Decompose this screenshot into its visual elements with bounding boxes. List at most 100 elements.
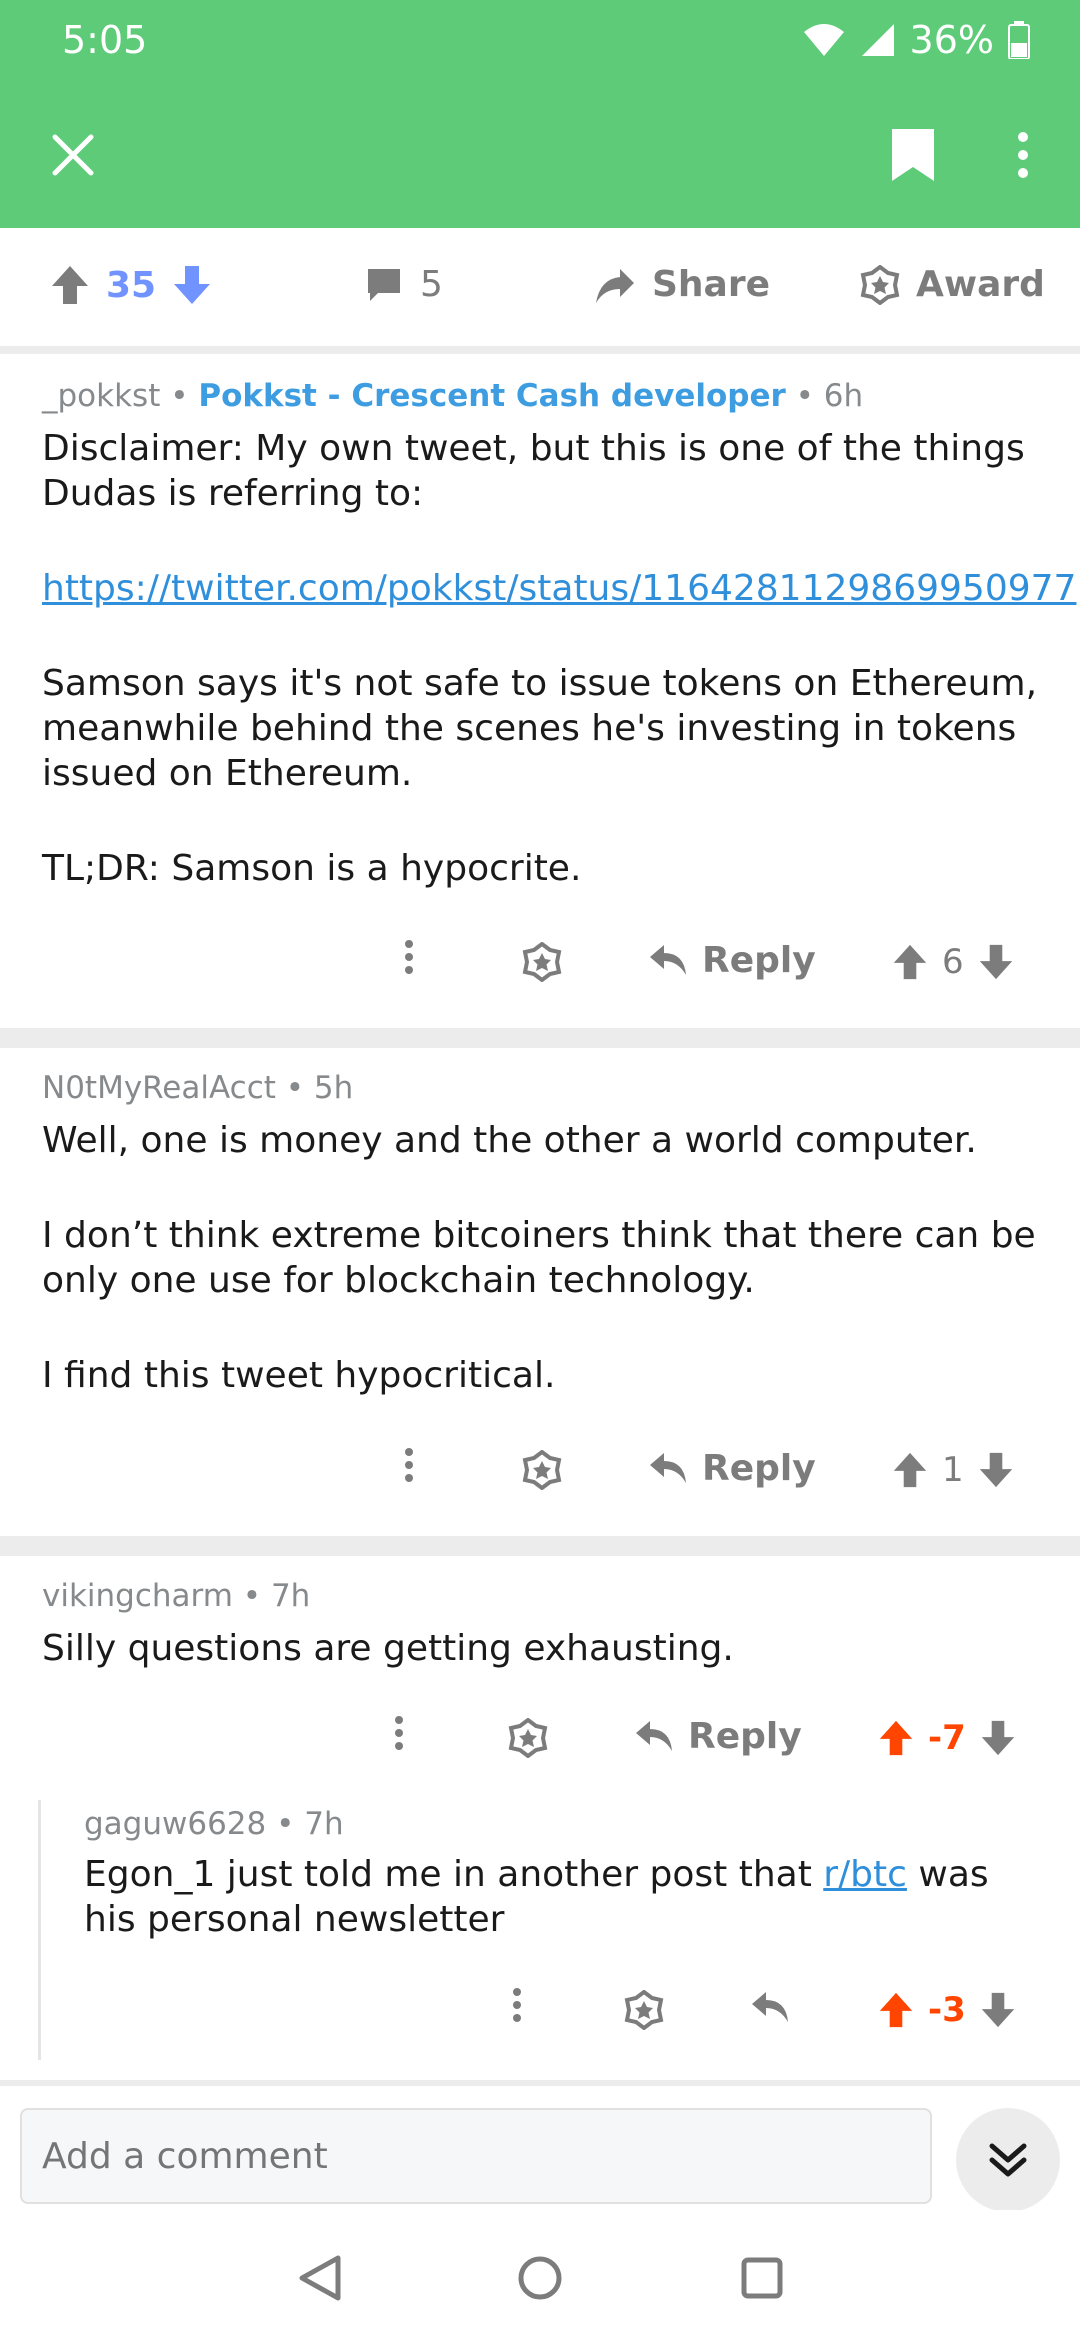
close-button[interactable] bbox=[40, 122, 106, 188]
comment-paragraph: I don’t think extreme bitcoiners think t… bbox=[42, 1215, 1036, 1301]
comment-vote-group: 6 bbox=[892, 942, 1014, 982]
comments-button[interactable]: 5 bbox=[364, 264, 443, 305]
award-button[interactable]: Award bbox=[860, 264, 1045, 305]
collapse-threads-button[interactable] bbox=[956, 2108, 1060, 2212]
reply-button[interactable]: Reply bbox=[634, 1716, 802, 1757]
signal-icon bbox=[861, 24, 894, 56]
reply-icon bbox=[650, 944, 686, 975]
upvote-icon[interactable] bbox=[878, 1991, 914, 2029]
comment-vote-group: 1 bbox=[892, 1450, 1014, 1490]
comment-actions: Reply -7 bbox=[0, 1706, 1080, 1776]
comment-award-button[interactable] bbox=[522, 942, 562, 982]
more-vertical-icon bbox=[405, 940, 413, 974]
home-button[interactable] bbox=[510, 2248, 570, 2308]
upvote-icon[interactable] bbox=[50, 264, 90, 306]
comment-more-button[interactable] bbox=[404, 940, 414, 974]
comment-author[interactable]: vikingcharm bbox=[42, 1578, 233, 1614]
comment-paragraph: Well, one is money and the other a world… bbox=[42, 1120, 977, 1161]
meta-separator: • bbox=[795, 378, 824, 414]
comment-text: Egon_1 just told me in another post that bbox=[84, 1854, 824, 1895]
downvote-icon[interactable] bbox=[978, 943, 1014, 981]
share-button[interactable]: Share bbox=[594, 264, 770, 305]
meta-separator: • bbox=[276, 1806, 305, 1842]
upvote-icon[interactable] bbox=[878, 1719, 914, 1757]
comment-age: 7h bbox=[270, 1578, 311, 1614]
more-options-button[interactable] bbox=[990, 122, 1056, 188]
comment-meta: _pokkst • Pokkst - Crescent Cash develop… bbox=[42, 378, 863, 414]
comment-score: -3 bbox=[928, 1990, 966, 2030]
comment-award-button[interactable] bbox=[522, 1450, 562, 1490]
upvote-icon[interactable] bbox=[892, 943, 928, 981]
comment-author[interactable]: N0tMyRealAcct bbox=[42, 1070, 276, 1106]
comment-actions: Reply 1 bbox=[0, 1438, 1080, 1508]
comment-input[interactable] bbox=[20, 2108, 932, 2204]
comment-meta: vikingcharm • 7h bbox=[42, 1578, 310, 1614]
divider bbox=[0, 346, 1080, 354]
comment-vote-group: -7 bbox=[878, 1718, 1016, 1758]
reply-button[interactable]: Reply bbox=[648, 1448, 816, 1489]
share-icon bbox=[596, 268, 634, 303]
comment-age: 6h bbox=[823, 378, 864, 414]
award-label: Award bbox=[916, 264, 1045, 305]
comment-author[interactable]: gaguw6628 bbox=[84, 1806, 266, 1842]
comment-separator bbox=[0, 1028, 1080, 1048]
comment-more-button[interactable] bbox=[394, 1716, 404, 1750]
save-button[interactable] bbox=[880, 122, 946, 188]
comment-link[interactable]: https://twitter.com/pokkst/status/116428… bbox=[42, 568, 1076, 609]
downvote-icon[interactable] bbox=[980, 1991, 1016, 2029]
downvote-icon[interactable] bbox=[980, 1719, 1016, 1757]
post-score: 35 bbox=[106, 264, 157, 306]
comment-paragraph: Disclaimer: My own tweet, but this is on… bbox=[42, 428, 1025, 514]
comment-composer-bar bbox=[0, 2080, 1080, 2212]
downvote-icon[interactable] bbox=[978, 1451, 1014, 1489]
back-button[interactable] bbox=[290, 2248, 350, 2308]
recents-button[interactable] bbox=[732, 2248, 792, 2308]
reply-icon bbox=[650, 1452, 686, 1483]
reply-label: Reply bbox=[702, 1448, 816, 1489]
status-time: 5:05 bbox=[62, 18, 148, 62]
comment-vote-group: -3 bbox=[878, 1990, 1016, 2030]
subreddit-link[interactable]: r/btc bbox=[823, 1854, 907, 1895]
comment-paragraph: I find this tweet hypocritical. bbox=[42, 1355, 556, 1396]
comment-more-button[interactable] bbox=[404, 1448, 414, 1482]
award-icon bbox=[522, 1450, 562, 1490]
comment-more-button[interactable] bbox=[512, 1988, 522, 2022]
status-icons: 36% bbox=[802, 18, 1030, 62]
comment-award-button[interactable] bbox=[508, 1718, 548, 1758]
comment-award-button[interactable] bbox=[624, 1990, 664, 2030]
downvote-icon[interactable] bbox=[172, 264, 212, 306]
comment-actions: Reply 6 bbox=[0, 930, 1080, 1000]
app-header: 5:05 36% bbox=[0, 0, 1080, 228]
status-bar: 5:05 36% bbox=[0, 0, 1080, 80]
toolbar bbox=[0, 110, 1080, 200]
post-vote-group: 35 bbox=[50, 264, 212, 306]
comment-score: -7 bbox=[928, 1718, 966, 1758]
home-circle-icon bbox=[518, 2256, 562, 2300]
comment-paragraph: Silly questions are getting exhausting. bbox=[42, 1628, 734, 1669]
reply-button[interactable] bbox=[750, 1990, 790, 2026]
post-action-bar: 35 5 Share Award bbox=[0, 228, 1080, 348]
reply-label: Reply bbox=[688, 1716, 802, 1757]
wifi-icon bbox=[803, 24, 844, 56]
bookmark-icon bbox=[892, 129, 934, 181]
comment-separator bbox=[0, 1536, 1080, 1556]
comment-meta: gaguw6628 • 7h bbox=[84, 1806, 344, 1842]
comment-paragraph: TL;DR: Samson is a hypocrite. bbox=[42, 848, 582, 889]
meta-separator: • bbox=[285, 1070, 314, 1106]
battery-icon bbox=[1008, 21, 1030, 59]
award-icon bbox=[860, 264, 900, 305]
comment-body: Well, one is money and the other a world… bbox=[42, 1118, 1042, 1398]
recents-square-icon bbox=[741, 2257, 783, 2299]
reply-button[interactable]: Reply bbox=[648, 940, 816, 981]
comment-author[interactable]: _pokkst bbox=[42, 378, 160, 414]
comment-actions: -3 bbox=[0, 1978, 1080, 2048]
comment-score: 6 bbox=[942, 942, 964, 982]
double-chevron-down-icon bbox=[989, 2143, 1027, 2177]
comment-body: Egon_1 just told me in another post that… bbox=[84, 1852, 1044, 1942]
meta-separator: • bbox=[170, 378, 199, 414]
more-vertical-icon bbox=[513, 1988, 521, 2022]
upvote-icon[interactable] bbox=[892, 1451, 928, 1489]
comment-count: 5 bbox=[420, 264, 443, 305]
comment-paragraph: Samson says it's not safe to issue token… bbox=[42, 663, 1038, 794]
reply-label: Reply bbox=[702, 940, 816, 981]
